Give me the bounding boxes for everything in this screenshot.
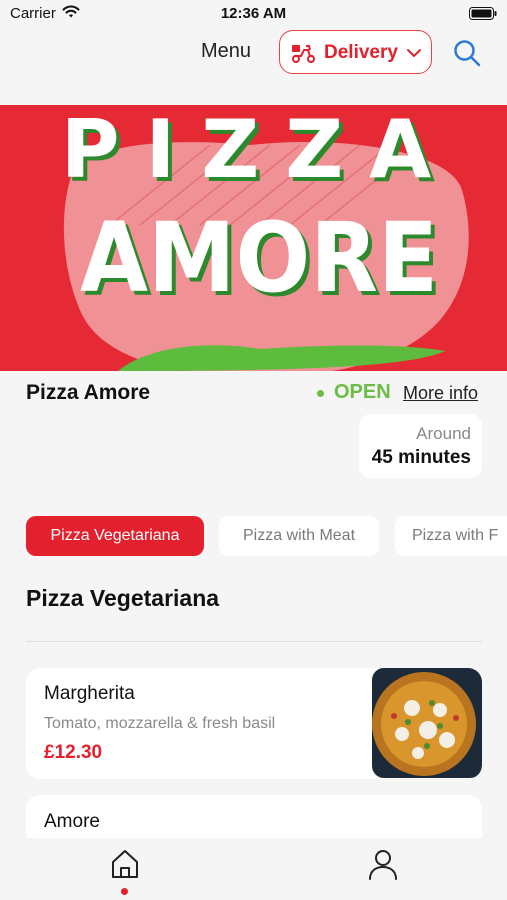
scooter-icon — [292, 45, 315, 63]
banner-line1: PIZZA — [61, 105, 457, 196]
bottom-tab-bar — [0, 838, 507, 900]
menu-item-photo — [372, 668, 482, 778]
category-tab-pizza-with-f[interactable]: Pizza with F — [395, 516, 507, 556]
delivery-label: Delivery — [324, 42, 398, 63]
eta-label: Around — [416, 424, 471, 443]
section-divider — [26, 641, 482, 642]
menu-item-price: £12.30 — [44, 742, 103, 763]
banner-line2: AMORE — [80, 202, 438, 314]
section-title: Pizza Vegetariana — [26, 585, 220, 611]
home-icon[interactable] — [109, 848, 141, 880]
banner-logo: PIZZA PIZZA AMORE AMORE — [61, 105, 469, 371]
open-status: OPEN — [334, 381, 391, 403]
search-icon[interactable] — [452, 38, 482, 68]
menu-item-name: Margherita — [44, 683, 135, 704]
page-title: Menu — [200, 40, 252, 62]
status-time: 12:36 AM — [220, 5, 287, 22]
category-tab-pizza-vegetariana[interactable]: Pizza Vegetariana — [26, 516, 204, 556]
menu-item-name: Amore — [44, 811, 100, 832]
menu-item-description: Tomato, mozzarella & fresh basil — [44, 715, 276, 732]
profile-icon[interactable] — [367, 848, 399, 880]
battery-icon — [469, 7, 497, 20]
delivery-mode-button[interactable]: Delivery — [279, 30, 432, 74]
chevron-down-icon — [407, 49, 421, 57]
category-tab-pizza-with-meat[interactable]: Pizza with Meat — [219, 516, 379, 556]
restaurant-name: Pizza Amore — [26, 381, 151, 404]
status-bar: Carrier 12:36 AM — [0, 0, 507, 28]
active-tab-indicator — [121, 888, 128, 895]
eta-value: 45 minutes — [371, 447, 471, 468]
more-info-link[interactable]: More info — [403, 383, 478, 404]
restaurant-banner: PIZZA PIZZA AMORE AMORE — [0, 105, 507, 371]
menu-item-card[interactable]: Margherita Tomato, mozzarella & fresh ba… — [26, 668, 482, 779]
delivery-eta-card: Around 45 minutes — [359, 414, 482, 478]
open-indicator-dot — [317, 390, 324, 397]
